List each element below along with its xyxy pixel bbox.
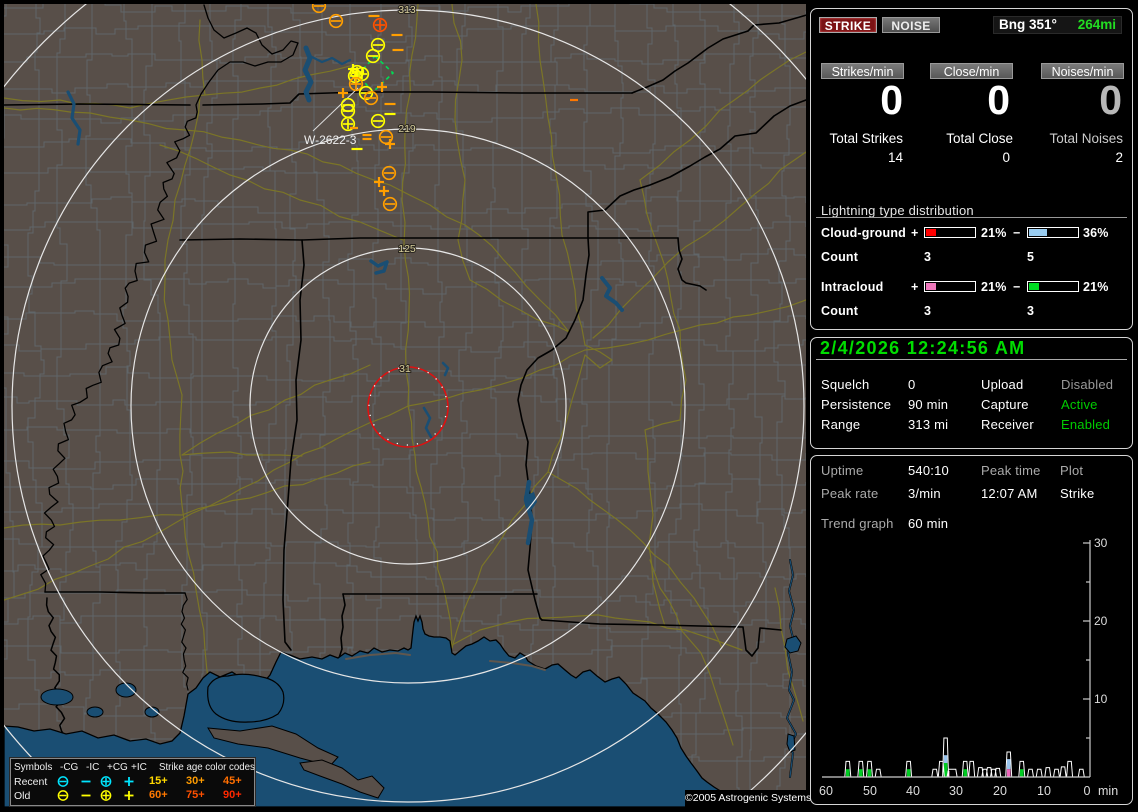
svg-text:10: 10 [1094,692,1108,706]
svg-text:31: 31 [399,363,411,375]
svg-text:219: 219 [398,123,416,135]
svg-text:W-2622-3: W-2622-3 [304,133,357,147]
svg-text:60: 60 [819,784,833,798]
svg-text:125: 125 [398,243,416,255]
svg-text:min: min [1098,784,1118,798]
svg-text:40: 40 [906,784,920,798]
svg-text:313: 313 [398,4,416,16]
svg-text:30: 30 [949,784,963,798]
svg-text:10: 10 [1037,784,1051,798]
svg-text:50: 50 [863,784,877,798]
svg-text:0: 0 [1084,784,1091,798]
svg-text:30: 30 [1094,536,1108,550]
svg-text:20: 20 [993,784,1007,798]
svg-text:20: 20 [1094,614,1108,628]
